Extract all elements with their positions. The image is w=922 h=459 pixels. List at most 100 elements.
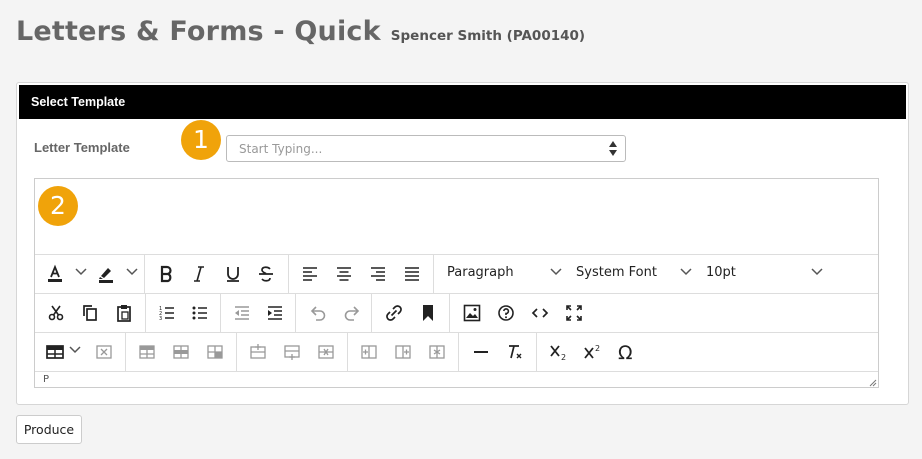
bullet-list-button[interactable] [188, 302, 212, 324]
toolbar-group-history [296, 294, 372, 332]
underline-button[interactable] [221, 263, 245, 285]
align-right-icon [371, 267, 385, 281]
table-merge-button[interactable] [203, 341, 227, 363]
svg-text:2: 2 [561, 353, 566, 361]
table-row-props-button[interactable] [135, 341, 159, 363]
align-justify-button[interactable] [400, 263, 424, 285]
table-cell-props-button[interactable] [169, 341, 193, 363]
editor-statusbar: P [35, 371, 878, 388]
strikethrough-button[interactable] [254, 263, 278, 285]
toolbar-group-table [35, 333, 126, 371]
outdent-button[interactable] [230, 302, 254, 324]
insert-col-before-button[interactable] [357, 341, 381, 363]
link-button[interactable] [382, 302, 406, 324]
font-family-chevron-icon[interactable] [680, 268, 692, 276]
insert-image-button[interactable] [460, 302, 484, 324]
highlight-color-chevron-icon[interactable] [126, 268, 138, 276]
insert-row-after-button[interactable] [280, 341, 304, 363]
horizontal-line-button[interactable] [469, 341, 493, 363]
align-center-button[interactable] [332, 263, 356, 285]
special-char-button[interactable]: Ω [614, 341, 638, 363]
patient-name: Spencer Smith (PA00140) [390, 28, 586, 44]
image-icon [463, 304, 481, 322]
insert-row-before-button[interactable] [246, 341, 270, 363]
toolbar-group-row-props [126, 333, 237, 371]
block-format-dropdown[interactable]: Paragraph [447, 265, 514, 280]
bold-button[interactable] [154, 263, 178, 285]
insert-col-after-icon [395, 345, 411, 359]
source-code-icon [531, 308, 549, 318]
font-family-dropdown[interactable]: System Font [576, 265, 657, 280]
bookmark-button[interactable] [416, 302, 440, 324]
toolbar-group-insert [450, 294, 880, 332]
delete-row-icon [318, 345, 334, 359]
align-left-icon [303, 267, 317, 281]
editor-content-area[interactable] [35, 179, 878, 254]
toolbar-group-indent [221, 294, 296, 332]
superscript-button[interactable]: 2 [581, 341, 605, 363]
delete-col-button[interactable] [425, 341, 449, 363]
font-size-dropdown[interactable]: 10pt [706, 265, 736, 280]
cut-button[interactable] [44, 302, 68, 324]
rich-text-editor: Paragraph System Font 10pt 1 2 3 2 2 Ω P [34, 178, 879, 388]
toolbar-group-rows [237, 333, 348, 371]
toolbar-group-colors [35, 255, 145, 293]
delete-row-button[interactable] [314, 341, 338, 363]
superscript-icon: 2 [584, 344, 600, 359]
insert-col-after-button[interactable] [391, 341, 415, 363]
table-button[interactable] [43, 341, 67, 363]
subscript-icon: 2 [550, 345, 566, 361]
source-code-button[interactable] [528, 302, 552, 324]
toolbar-group-lists: 123 [146, 294, 221, 332]
svg-text:2: 2 [595, 344, 600, 353]
copy-icon [83, 305, 97, 321]
highlight-color-button[interactable] [94, 263, 118, 285]
copy-button[interactable] [78, 302, 102, 324]
fullscreen-icon [566, 305, 582, 321]
underline-icon [227, 267, 239, 282]
subscript-button[interactable]: 2 [547, 341, 571, 363]
italic-icon [194, 266, 204, 282]
italic-button[interactable] [187, 263, 211, 285]
page-title-text: Letters & Forms - Quick [16, 16, 381, 47]
text-color-chevron-icon[interactable] [75, 268, 87, 276]
text-color-button[interactable] [43, 263, 67, 285]
link-icon [386, 305, 402, 321]
undo-button[interactable] [306, 302, 330, 324]
numbered-list-button[interactable]: 123 [155, 302, 179, 324]
resize-handle-icon[interactable] [867, 377, 877, 387]
table-chevron-icon[interactable] [69, 346, 81, 354]
letter-template-select[interactable]: Start Typing... [226, 135, 626, 162]
paste-button[interactable] [112, 302, 136, 324]
panel-header: Select Template [19, 85, 906, 119]
element-path[interactable]: P [43, 374, 49, 385]
delete-table-button[interactable] [92, 341, 116, 363]
block-format-chevron-icon[interactable] [550, 268, 562, 276]
clear-format-icon [509, 345, 522, 359]
align-right-button[interactable] [366, 263, 390, 285]
step-badge-2: 2 [38, 186, 78, 226]
toolbar-row-2: 123 [35, 293, 878, 332]
redo-button[interactable] [340, 302, 364, 324]
fullscreen-button[interactable] [562, 302, 586, 324]
outdent-icon [235, 306, 249, 320]
paste-icon [117, 305, 131, 322]
font-size-chevron-icon[interactable] [811, 268, 823, 276]
bookmark-icon [423, 305, 433, 321]
redo-icon [344, 306, 360, 321]
indent-button[interactable] [263, 302, 287, 324]
select-arrows-icon [609, 141, 617, 156]
help-button[interactable] [494, 302, 518, 324]
align-left-button[interactable] [298, 263, 322, 285]
toolbar-group-cols [348, 333, 459, 371]
clear-format-button[interactable] [503, 341, 527, 363]
numbered-list-icon: 123 [159, 306, 174, 322]
highlight-color-icon [99, 268, 113, 283]
insert-row-before-icon [250, 344, 266, 359]
produce-button[interactable]: Produce [16, 415, 82, 444]
page-title: Letters & Forms - Quick Spencer Smith (P… [16, 16, 585, 47]
row-props-icon [139, 345, 155, 359]
text-color-icon [48, 264, 62, 282]
align-justify-icon [405, 267, 419, 281]
delete-table-icon [96, 345, 112, 359]
